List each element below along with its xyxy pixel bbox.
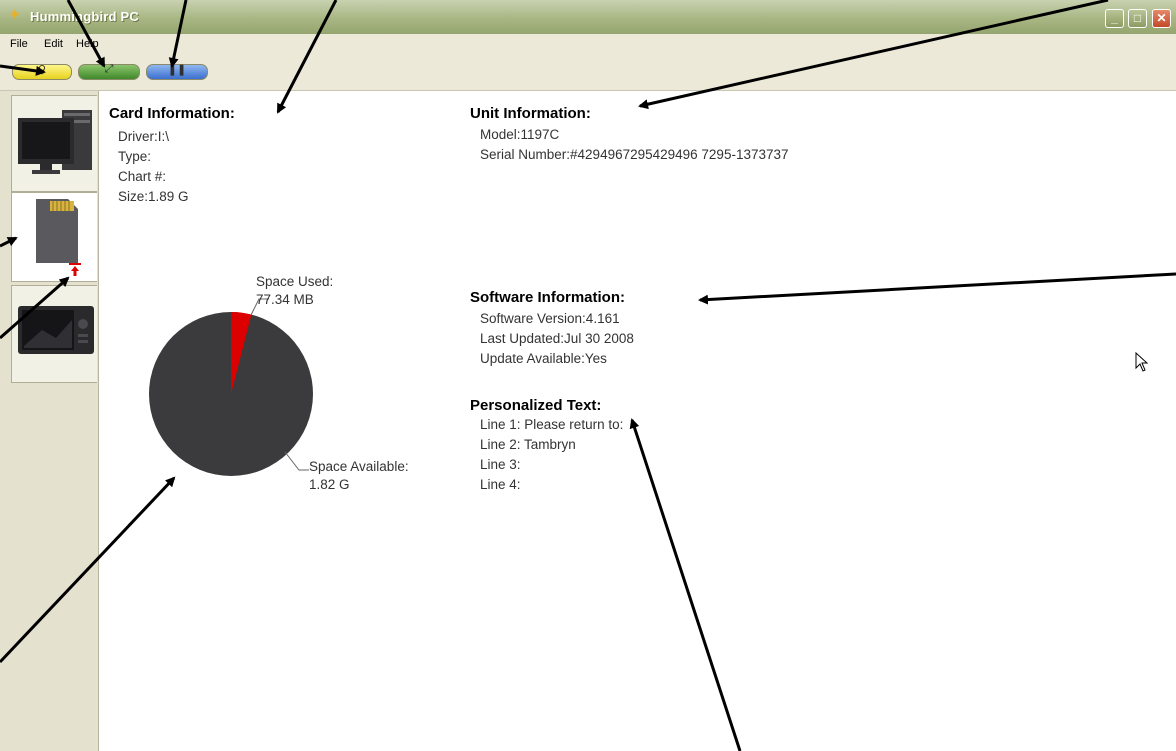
arrow-to-magnify-button bbox=[0, 64, 46, 76]
annotation-arrows bbox=[0, 0, 1176, 751]
arrow-to-card-info bbox=[276, 0, 338, 114]
arrow-to-personalized-text bbox=[629, 418, 742, 751]
arrow-to-unit-info bbox=[638, 0, 1109, 110]
arrow-to-pie-chart bbox=[0, 476, 176, 664]
arrow-to-pause-button bbox=[168, 0, 188, 68]
app-window: ✦ Hummingbird PC _ □ ✕ File Edit Help ⚲ … bbox=[0, 0, 1176, 751]
arrow-to-software-info bbox=[698, 272, 1176, 305]
arrow-to-export-button bbox=[66, 0, 106, 68]
arrow-to-eject bbox=[0, 276, 70, 340]
arrow-to-sd-tab bbox=[0, 236, 18, 248]
